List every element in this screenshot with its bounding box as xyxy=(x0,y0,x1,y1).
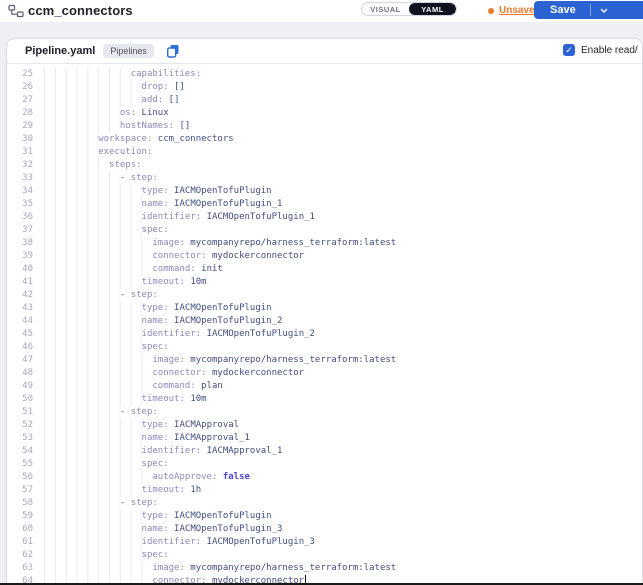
code-line[interactable]: 43 type: IACMOpenTofuPlugin xyxy=(7,302,642,315)
line-number: 48 xyxy=(7,367,33,380)
code-line[interactable]: 50 timeout: 10m xyxy=(7,393,642,406)
code-line[interactable]: 27 add: [] xyxy=(7,94,642,107)
line-number: 27 xyxy=(7,94,33,107)
line-number: 34 xyxy=(7,185,33,198)
code-line[interactable]: 48 connector: mydockerconnector xyxy=(7,367,642,380)
code-line[interactable]: 37 spec: xyxy=(7,224,642,237)
tab-bar: Pipeline.yaml Pipelines ✓ Enable read/ xyxy=(7,39,642,64)
line-number: 26 xyxy=(7,81,33,94)
code-line[interactable]: 61 identifier: IACMOpenTofuPlugin_3 xyxy=(7,536,642,549)
save-button-label[interactable]: Save xyxy=(534,4,590,16)
code-line[interactable]: 51 - step: xyxy=(7,406,642,419)
code-line[interactable]: 38 image: mycompanyrepo/harness_terrafor… xyxy=(7,237,642,250)
code-line[interactable]: 56 autoApprove: false xyxy=(7,471,642,484)
save-button[interactable]: Save xyxy=(534,1,643,19)
line-number: 32 xyxy=(7,159,33,172)
line-number: 45 xyxy=(7,328,33,341)
line-number: 41 xyxy=(7,276,33,289)
line-number: 31 xyxy=(7,146,33,159)
code-line[interactable]: 55 spec: xyxy=(7,458,642,471)
line-number: 35 xyxy=(7,198,33,211)
line-number: 29 xyxy=(7,120,33,133)
line-number: 42 xyxy=(7,289,33,302)
code-line[interactable]: 40 command: init xyxy=(7,263,642,276)
file-name-label: Pipeline.yaml xyxy=(25,45,95,57)
line-number: 38 xyxy=(7,237,33,250)
code-line[interactable]: 60 name: IACMOpenTofuPlugin_3 xyxy=(7,523,642,536)
code-line[interactable]: 49 command: plan xyxy=(7,380,642,393)
line-number: 63 xyxy=(7,562,33,575)
line-number: 55 xyxy=(7,458,33,471)
yaml-editor[interactable]: 25 capabilities:26 drop: []27 add: []28 … xyxy=(7,65,642,585)
unsaved-dot-icon xyxy=(488,8,494,14)
line-number: 51 xyxy=(7,406,33,419)
code-line[interactable]: 57 timeout: 1h xyxy=(7,484,642,497)
code-line[interactable]: 58 - step: xyxy=(7,497,642,510)
line-number: 36 xyxy=(7,211,33,224)
code-line[interactable]: 31 execution: xyxy=(7,146,642,159)
line-number: 57 xyxy=(7,484,33,497)
code-line[interactable]: 36 identifier: IACMOpenTofuPlugin_1 xyxy=(7,211,642,224)
copy-icon[interactable] xyxy=(166,44,180,58)
code-line[interactable]: 30 workspace: ccm_connectors xyxy=(7,133,642,146)
line-number: 43 xyxy=(7,302,33,315)
code-line[interactable]: 59 type: IACMOpenTofuPlugin xyxy=(7,510,642,523)
visual-yaml-toggle[interactable]: VISUAL YAML xyxy=(361,2,457,16)
toggle-visual[interactable]: VISUAL xyxy=(362,3,409,15)
line-number: 58 xyxy=(7,497,33,510)
line-number: 62 xyxy=(7,549,33,562)
line-number: 50 xyxy=(7,393,33,406)
line-number: 60 xyxy=(7,523,33,536)
line-number: 59 xyxy=(7,510,33,523)
code-line[interactable]: 28 os: Linux xyxy=(7,107,642,120)
line-number: 49 xyxy=(7,380,33,393)
enable-readwrite-group: ✓ Enable read/ xyxy=(563,44,638,56)
code-line[interactable]: 52 type: IACMApproval xyxy=(7,419,642,432)
line-number: 53 xyxy=(7,432,33,445)
line-number: 28 xyxy=(7,107,33,120)
line-number: 56 xyxy=(7,471,33,484)
line-number: 33 xyxy=(7,172,33,185)
code-line[interactable]: 32 steps: xyxy=(7,159,642,172)
yaml-panel: Pipeline.yaml Pipelines ✓ Enable read/ 2… xyxy=(6,38,643,585)
page-title: ccm_connectors xyxy=(28,3,133,18)
code-lines: 25 capabilities:26 drop: []27 add: []28 … xyxy=(7,68,642,585)
code-line[interactable]: 39 connector: mydockerconnector xyxy=(7,250,642,263)
line-number: 46 xyxy=(7,341,33,354)
code-line[interactable]: 33 - step: xyxy=(7,172,642,185)
code-line[interactable]: 25 capabilities: xyxy=(7,68,642,81)
line-number: 39 xyxy=(7,250,33,263)
code-line[interactable]: 26 drop: [] xyxy=(7,81,642,94)
code-line[interactable]: 46 spec: xyxy=(7,341,642,354)
code-line[interactable]: 34 type: IACMOpenTofuPlugin xyxy=(7,185,642,198)
code-line[interactable]: 42 - step: xyxy=(7,289,642,302)
line-number: 30 xyxy=(7,133,33,146)
enable-checkbox-label: Enable read/ xyxy=(581,45,638,56)
code-line[interactable]: 41 timeout: 10m xyxy=(7,276,642,289)
toggle-yaml[interactable]: YAML xyxy=(409,3,456,15)
line-number: 47 xyxy=(7,354,33,367)
code-line[interactable]: 54 identifier: IACMApproval_1 xyxy=(7,445,642,458)
line-number: 44 xyxy=(7,315,33,328)
code-line[interactable]: 47 image: mycompanyrepo/harness_terrafor… xyxy=(7,354,642,367)
line-number: 54 xyxy=(7,445,33,458)
code-line[interactable]: 63 image: mycompanyrepo/harness_terrafor… xyxy=(7,562,642,575)
code-line[interactable]: 44 name: IACMOpenTofuPlugin_2 xyxy=(7,315,642,328)
line-number: 25 xyxy=(7,68,33,81)
code-line[interactable]: 35 name: IACMOpenTofuPlugin_1 xyxy=(7,198,642,211)
line-number: 52 xyxy=(7,419,33,432)
pipeline-icon xyxy=(8,4,24,23)
line-number: 40 xyxy=(7,263,33,276)
pipelines-chip: Pipelines xyxy=(103,44,154,58)
code-line[interactable]: 53 name: IACMApproval_1 xyxy=(7,432,642,445)
code-line[interactable]: 45 identifier: IACMOpenTofuPlugin_2 xyxy=(7,328,642,341)
code-line[interactable]: 62 spec: xyxy=(7,549,642,562)
line-number: 61 xyxy=(7,536,33,549)
code-line[interactable]: 29 hostNames: [] xyxy=(7,120,642,133)
enable-checkbox[interactable]: ✓ xyxy=(563,44,575,56)
top-header: ccm_connectors VISUAL YAML Unsaved chang… xyxy=(0,0,643,22)
line-number: 37 xyxy=(7,224,33,237)
chevron-down-icon[interactable] xyxy=(591,8,617,13)
